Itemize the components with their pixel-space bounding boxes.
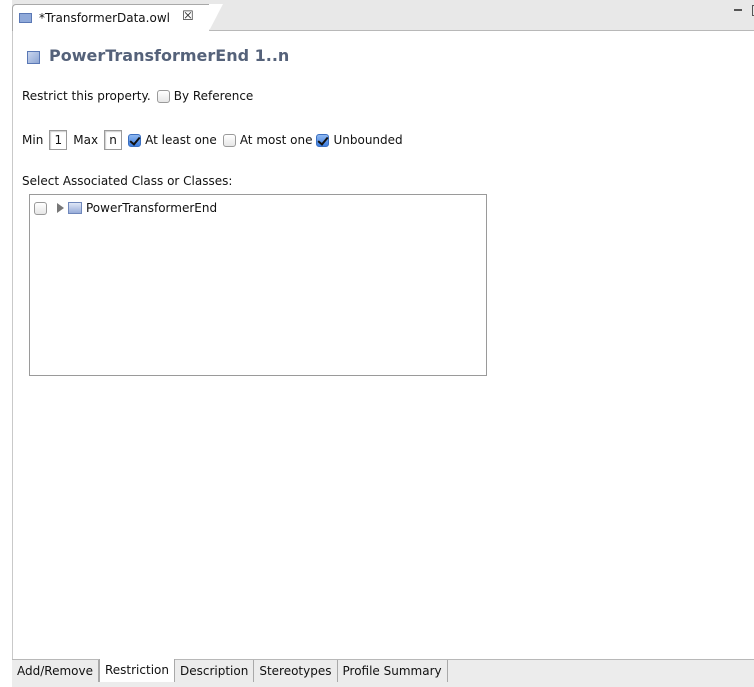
class-tree[interactable]: PowerTransformerEnd (29, 194, 487, 376)
minimize-icon[interactable] (734, 9, 742, 11)
tab-description[interactable]: Description (174, 660, 255, 682)
associated-classes-label: Select Associated Class or Classes: (22, 174, 233, 188)
at-least-one-label: At least one (145, 133, 217, 147)
class-icon (68, 202, 82, 214)
min-label: Min (22, 133, 44, 147)
unbounded-label: Unbounded (333, 133, 403, 147)
editor-tab[interactable]: *TransformerData.owl ☒ (12, 4, 223, 31)
restrict-row: Restrict this property. By Reference (22, 89, 253, 103)
tab-profile-summary[interactable]: Profile Summary (337, 660, 448, 682)
property-icon (27, 51, 40, 64)
owl-file-icon (19, 13, 32, 23)
cardinality-row: Min 1 Max n At least one At most one Unb… (22, 130, 403, 150)
at-least-one-checkbox[interactable] (128, 133, 142, 147)
at-most-one-label: At most one (239, 133, 313, 147)
restrict-label: Restrict this property. (22, 89, 151, 103)
bottom-tab-bar: Add/Remove Restriction Description Stere… (12, 659, 754, 687)
max-label: Max (73, 133, 99, 147)
unbounded-checkbox[interactable] (316, 133, 330, 147)
page-title-text: PowerTransformerEnd 1..n (49, 46, 290, 65)
tree-item[interactable]: PowerTransformerEnd (34, 201, 217, 215)
class-label: PowerTransformerEnd (86, 201, 218, 215)
at-most-one-checkbox[interactable] (222, 133, 236, 147)
by-reference-label: By Reference (173, 89, 254, 103)
by-reference-checkbox[interactable] (156, 89, 170, 103)
tab-stereotypes[interactable]: Stereotypes (254, 660, 338, 682)
tab-add-remove[interactable]: Add/Remove (12, 660, 99, 682)
max-field[interactable]: n (104, 130, 123, 150)
min-field[interactable]: 1 (49, 130, 68, 150)
restriction-panel: PowerTransformerEnd 1..n Restrict this p… (12, 31, 754, 659)
editor-tab-title: *TransformerData.owl (39, 11, 170, 25)
editor-tab-bar: *TransformerData.owl ☒ (12, 0, 754, 31)
close-tab-icon[interactable]: ☒ (182, 9, 194, 24)
tab-restriction[interactable]: Restriction (98, 659, 175, 682)
expand-arrow-icon[interactable] (57, 203, 64, 213)
class-checkbox[interactable] (34, 201, 47, 215)
